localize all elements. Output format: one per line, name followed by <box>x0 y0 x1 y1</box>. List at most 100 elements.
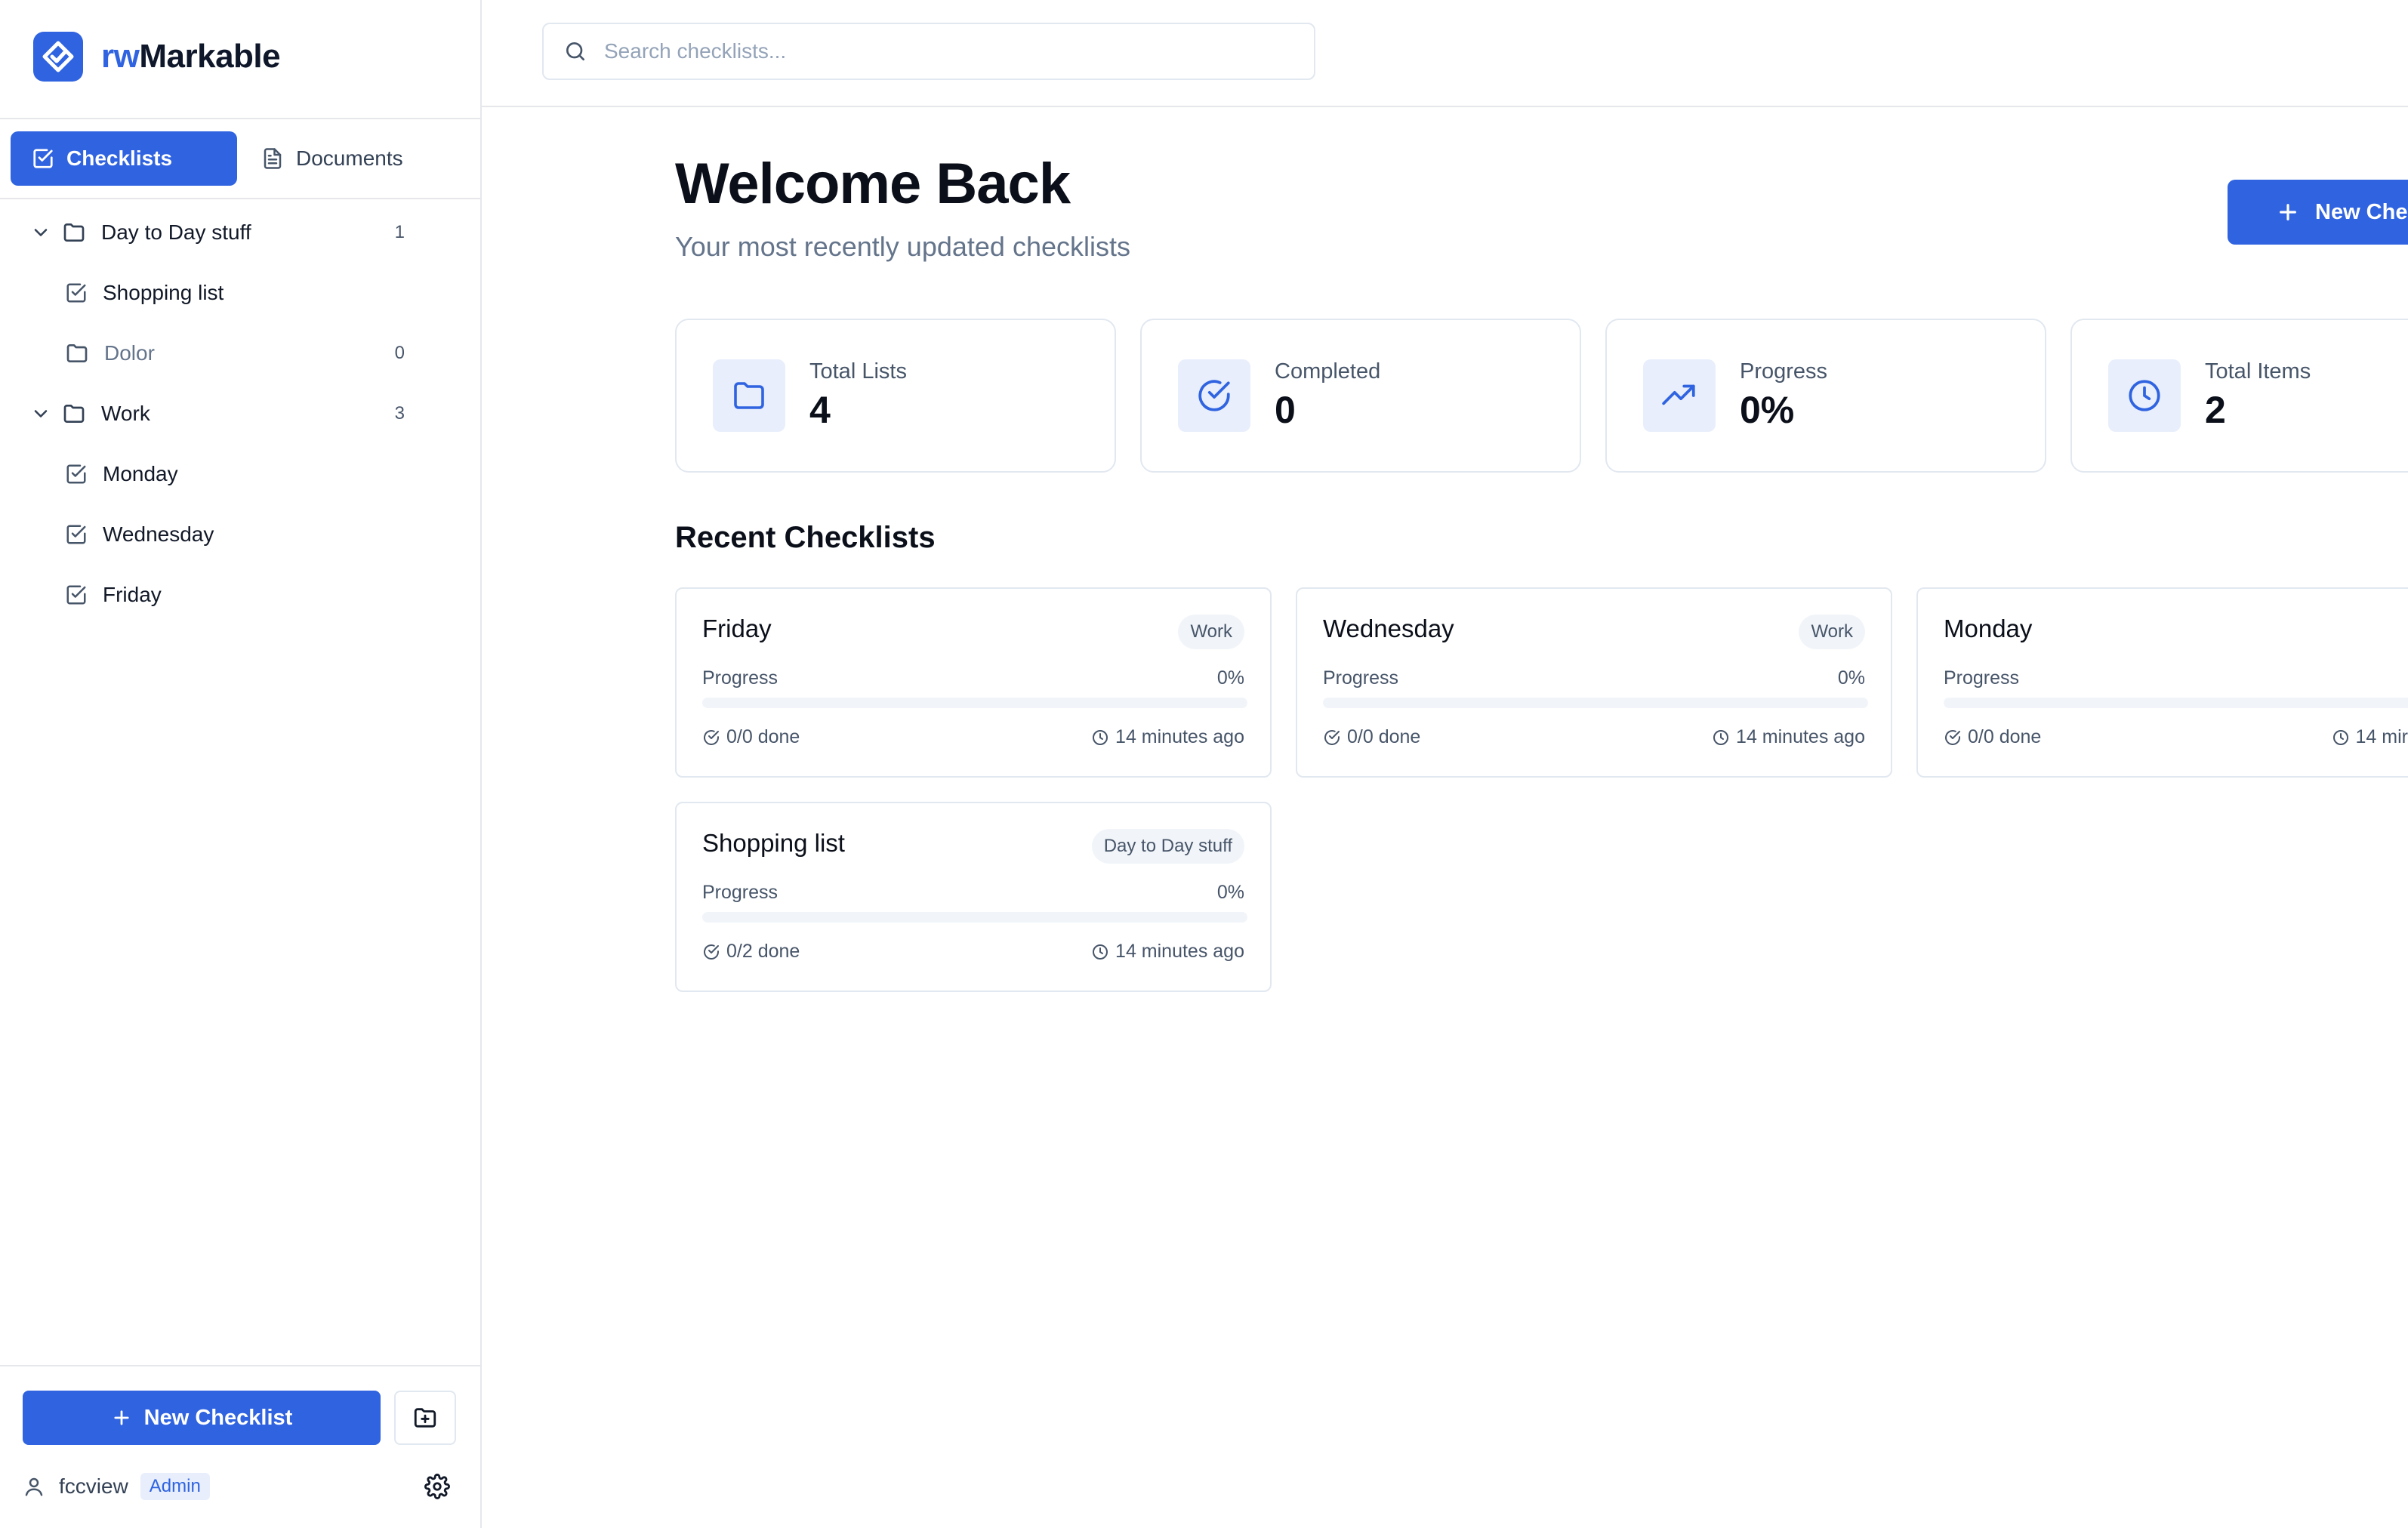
plus-icon <box>114 1410 129 1425</box>
checklist-card-shopping-list[interactable]: Shopping list Day to Day stuff Progress … <box>675 802 1272 992</box>
tab-label: Documents <box>296 146 403 170</box>
folder-plus-icon <box>414 1408 436 1428</box>
tree-label: Friday <box>103 583 162 606</box>
category-badge: Work <box>1799 615 1865 649</box>
card-title: Monday <box>1944 615 2033 642</box>
stat-label: Progress <box>1740 359 1828 384</box>
tree-label: Wednesday <box>103 522 214 546</box>
time-text: 14 minutes ago <box>1115 726 1244 747</box>
check-circle-icon <box>1178 359 1250 432</box>
brand[interactable]: rwMarkable <box>33 32 281 82</box>
section-title: Recent Checklists <box>675 521 936 554</box>
stat-card-completed: Completed 0 <box>1140 319 1581 473</box>
chevron-down-icon[interactable] <box>30 222 51 243</box>
tree-folder-day-to-day[interactable]: Day to Day stuff 1 <box>30 208 405 257</box>
progress-label: Progress <box>702 882 779 903</box>
progress-bar <box>1323 698 1868 708</box>
tab-documents[interactable]: Documents <box>237 131 424 186</box>
divider <box>0 118 480 119</box>
user-name: fccview <box>59 1474 128 1498</box>
chevron-down-icon[interactable] <box>30 403 51 424</box>
stat-label: Completed <box>1275 359 1381 384</box>
done-count: 0/0 done <box>1323 726 1420 748</box>
updated-time: 14 minutes ago <box>1091 941 1244 963</box>
time-text: 14 minutes ago <box>1736 726 1865 747</box>
sidebar: rwMarkable Checklists Documents Day to D… <box>0 0 482 1528</box>
time-text: 14 minutes ago <box>1115 941 1244 962</box>
checklist-icon <box>33 149 53 168</box>
check-circle-icon <box>704 729 719 745</box>
done-count: 0/0 done <box>702 726 800 748</box>
progress-bar <box>1944 698 2408 708</box>
stat-value: 4 <box>809 389 831 431</box>
tree-label: Day to Day stuff <box>101 220 251 244</box>
tree-folder-work[interactable]: Work 3 <box>30 390 405 438</box>
button-label: New Checklist <box>143 1405 293 1430</box>
progress-label: Progress <box>1323 667 1399 689</box>
logo-icon <box>33 32 83 82</box>
user-icon <box>25 1477 43 1496</box>
stat-card-total-lists: Total Lists 4 <box>675 319 1116 473</box>
sidebar-tabs: Checklists Documents <box>11 131 424 186</box>
done-text: 0/0 done <box>726 726 800 747</box>
folder-icon <box>63 405 85 423</box>
page-subtitle: Your most recently updated checklists <box>675 231 1130 262</box>
progress-value: 0% <box>1216 882 1244 903</box>
tree-label: Monday <box>103 462 178 485</box>
document-icon <box>264 148 282 169</box>
top-bar <box>482 0 2408 107</box>
tab-label: Checklists <box>66 146 173 170</box>
search-box[interactable] <box>542 23 1315 80</box>
folder-icon <box>63 223 85 242</box>
checklist-card-wednesday[interactable]: Wednesday Work Progress 0% 0/0 done 14 m… <box>1296 587 1892 778</box>
tree-item-wednesday[interactable]: Wednesday <box>65 510 214 559</box>
tree-item-friday[interactable]: Friday <box>65 571 162 619</box>
search-input[interactable] <box>604 39 1284 63</box>
plus-icon <box>2280 204 2296 220</box>
time-text: 14 mir <box>2355 726 2408 747</box>
clock-icon <box>1713 729 1729 745</box>
tab-checklists[interactable]: Checklists <box>11 131 237 186</box>
check-circle-icon <box>1324 729 1340 745</box>
card-title: Friday <box>702 615 772 642</box>
new-checklist-button[interactable]: New Checklist <box>23 1391 381 1445</box>
new-folder-button[interactable] <box>394 1391 456 1445</box>
progress-value: 0% <box>1837 667 1865 689</box>
new-checklist-header-button[interactable]: New Che <box>2228 180 2408 245</box>
button-label: New Che <box>2315 199 2408 224</box>
tree-label: Work <box>101 402 150 425</box>
tree-label: Shopping list <box>103 281 224 304</box>
card-title: Shopping list <box>702 829 845 857</box>
stat-value: 2 <box>2205 389 2226 431</box>
check-circle-icon <box>1945 729 1960 745</box>
page-title: Welcome Back <box>675 152 1071 216</box>
trending-up-icon <box>1643 359 1716 432</box>
stat-label: Total Items <box>2205 359 2311 384</box>
tree-folder-dolor[interactable]: Dolor 0 <box>65 329 405 377</box>
tree-item-monday[interactable]: Monday <box>65 450 178 498</box>
checklist-card-monday[interactable]: Monday Progress 0/0 done 14 mir <box>1916 587 2408 778</box>
done-count: 0/0 done <box>1944 726 2041 748</box>
checklist-card-friday[interactable]: Friday Work Progress 0% 0/0 done 14 minu… <box>675 587 1272 778</box>
updated-time: 14 mir <box>2332 726 2408 748</box>
clock-icon <box>1093 729 1108 745</box>
stat-label: Total Lists <box>809 359 907 384</box>
tree-item-shopping-list[interactable]: Shopping list <box>65 269 224 317</box>
updated-time: 14 minutes ago <box>1091 726 1244 748</box>
clock-icon <box>2332 729 2348 745</box>
card-title: Wednesday <box>1323 615 1454 642</box>
check-circle-icon <box>704 944 719 960</box>
user-row: fccview Admin <box>23 1468 450 1505</box>
done-count: 0/2 done <box>702 941 800 963</box>
checklist-icon <box>66 283 86 303</box>
settings-gear-icon[interactable] <box>424 1474 450 1499</box>
divider <box>0 198 480 199</box>
tree-label: Dolor <box>104 341 155 365</box>
checklist-icon <box>66 525 86 544</box>
item-count: 3 <box>394 403 405 424</box>
stat-card-total-items: Total Items 2 <box>2070 319 2408 473</box>
done-text: 0/0 done <box>1968 726 2042 747</box>
progress-label: Progress <box>1944 667 2020 689</box>
category-badge: Day to Day stuff <box>1091 829 1244 864</box>
app-root: rwMarkable Checklists Documents Day to D… <box>0 0 2408 1528</box>
